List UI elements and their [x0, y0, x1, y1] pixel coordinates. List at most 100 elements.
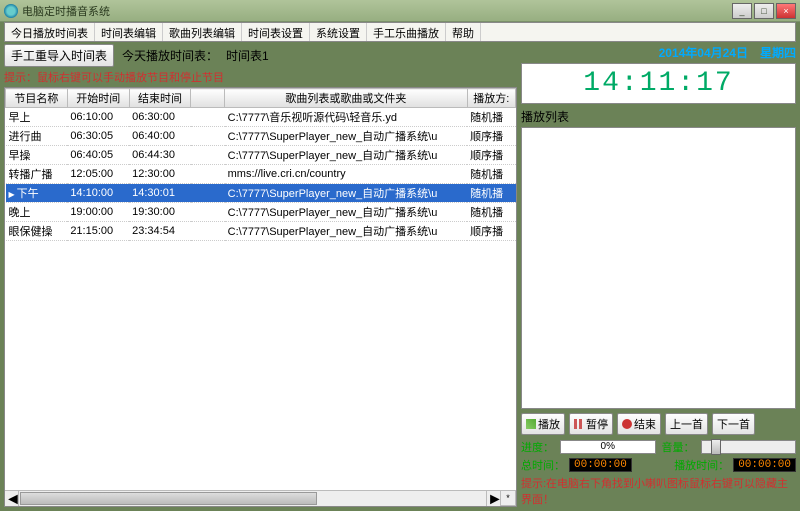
cell: 晚上 — [6, 203, 68, 222]
column-header[interactable]: 歌曲列表或歌曲或文件夹 — [225, 89, 467, 108]
cell: 12:05:00 — [67, 165, 129, 184]
menu-item-0[interactable]: 今日播放时间表 — [5, 23, 95, 41]
cell: 顺序播 — [467, 146, 515, 165]
total-time-value: 00:00:00 — [569, 458, 632, 472]
total-time-label: 总时间： — [521, 457, 565, 473]
scrollbar-thumb[interactable] — [20, 492, 317, 505]
schedule-table[interactable]: 节目名称开始时间结束时间歌曲列表或歌曲或文件夹播放方: 早上06:10:0006… — [5, 88, 516, 241]
cell: 12:30:00 — [129, 165, 191, 184]
cell: 06:10:00 — [67, 108, 129, 127]
cell: 06:30:05 — [67, 127, 129, 146]
cell: C:\7777\SuperPlayer_new_自动广播系统\u — [225, 184, 467, 203]
hint-text: 提示：鼠标右键可以手动播放节目和停止节目 — [4, 69, 517, 85]
today-schedule-value: 时间表1 — [226, 47, 269, 64]
cell: 随机播 — [467, 203, 515, 222]
player-pane: 2014年04月24日 星期四 14:11:17 播放列表 播放 暂停 结束 上… — [521, 44, 796, 507]
play-time-value: 00:00:00 — [733, 458, 796, 472]
app-icon — [4, 4, 18, 18]
cell: 眼保健操 — [6, 222, 68, 241]
column-header[interactable]: 结束时间 — [129, 89, 191, 108]
tray-hint: 提示:在电脑右下角找到小喇叭图标鼠标右键可以隐藏主界面！ — [521, 475, 796, 507]
cell: 进行曲 — [6, 127, 68, 146]
cell: 19:00:00 — [67, 203, 129, 222]
menu-item-4[interactable]: 系统设置 — [310, 23, 367, 41]
horizontal-scrollbar[interactable]: ◄ ► — [5, 490, 500, 506]
cell — [191, 203, 225, 222]
playlist-label: 播放列表 — [521, 108, 796, 125]
pause-icon — [574, 419, 584, 429]
titlebar[interactable]: 电脑定时播音系统 _ □ × — [0, 0, 800, 22]
cell: 06:44:30 — [129, 146, 191, 165]
schedule-pane: 手工重导入时间表 今天播放时间表： 时间表1 提示：鼠标右键可以手动播放节目和停… — [4, 44, 517, 507]
today-schedule-label: 今天播放时间表： — [122, 47, 218, 64]
progress-label: 进度： — [521, 439, 554, 455]
cell: 06:30:00 — [129, 108, 191, 127]
table-row[interactable]: 进行曲06:30:0506:40:00 C:\7777\SuperPlayer_n… — [6, 127, 516, 146]
cell: 转播广播 — [6, 165, 68, 184]
cell: C:\7777\SuperPlayer_new_自动广播系统\u — [225, 222, 467, 241]
column-header[interactable]: 开始时间 — [67, 89, 129, 108]
cell: 06:40:05 — [67, 146, 129, 165]
volume-label: 音量： — [662, 439, 695, 455]
cell: 06:40:00 — [129, 127, 191, 146]
column-header[interactable]: 播放方: — [467, 89, 515, 108]
cell — [191, 127, 225, 146]
stop-button[interactable]: 结束 — [617, 413, 661, 435]
menubar: 今日播放时间表时间表编辑歌曲列表编辑时间表设置系统设置手工乐曲播放帮助 — [4, 22, 796, 42]
menu-item-2[interactable]: 歌曲列表编辑 — [163, 23, 242, 41]
column-header[interactable]: 节目名称 — [6, 89, 68, 108]
clock-display: 14:11:17 — [521, 63, 796, 104]
volume-slider[interactable] — [701, 440, 797, 454]
menu-item-3[interactable]: 时间表设置 — [242, 23, 310, 41]
close-button[interactable]: × — [776, 3, 796, 19]
cell: mms://live.cri.cn/country — [225, 165, 467, 184]
cell: C:\7777\SuperPlayer_new_自动广播系统\u — [225, 146, 467, 165]
cell — [191, 222, 225, 241]
scroll-corner-button[interactable]: * — [500, 490, 516, 506]
table-row[interactable]: 转播广播12:05:0012:30:00 mms://live.cri.cn/co… — [6, 165, 516, 184]
cell: 21:15:00 — [67, 222, 129, 241]
column-header[interactable] — [191, 89, 225, 108]
table-row[interactable]: 下午14:10:0014:30:01 C:\7777\SuperPlayer_ne… — [6, 184, 516, 203]
maximize-button[interactable]: □ — [754, 3, 774, 19]
prev-button[interactable]: 上一首 — [665, 413, 708, 435]
menu-item-6[interactable]: 帮助 — [446, 23, 481, 41]
cell — [191, 184, 225, 203]
cell: 随机播 — [467, 165, 515, 184]
play-icon — [526, 419, 536, 429]
table-row[interactable]: 晚上19:00:0019:30:00 C:\7777\SuperPlayer_ne… — [6, 203, 516, 222]
table-row[interactable]: 早上06:10:0006:30:00 C:\7777\音乐视听源代码\轻音乐.yd… — [6, 108, 516, 127]
cell: 顺序播 — [467, 127, 515, 146]
cell: C:\7777\音乐视听源代码\轻音乐.yd — [225, 108, 467, 127]
menu-item-5[interactable]: 手工乐曲播放 — [367, 23, 446, 41]
cell — [191, 165, 225, 184]
next-button[interactable]: 下一首 — [712, 413, 755, 435]
volume-thumb[interactable] — [711, 439, 721, 455]
cell: 早上 — [6, 108, 68, 127]
cell — [191, 146, 225, 165]
cell: 19:30:00 — [129, 203, 191, 222]
progress-bar[interactable]: 0% — [560, 440, 656, 454]
table-row[interactable]: 眼保健操21:15:0023:34:54 C:\7777\SuperPlayer_… — [6, 222, 516, 241]
reimport-button[interactable]: 手工重导入时间表 — [4, 44, 114, 67]
cell: 顺序播 — [467, 222, 515, 241]
cell: 14:10:00 — [67, 184, 129, 203]
cell: 随机播 — [467, 108, 515, 127]
cell: 下午 — [6, 184, 68, 203]
menu-item-1[interactable]: 时间表编辑 — [95, 23, 163, 41]
cell: C:\7777\SuperPlayer_new_自动广播系统\u — [225, 127, 467, 146]
date-display: 2014年04月24日 星期四 — [521, 44, 796, 61]
playlist-box[interactable] — [521, 127, 796, 409]
minimize-button[interactable]: _ — [732, 3, 752, 19]
play-button[interactable]: 播放 — [521, 413, 565, 435]
cell: 早操 — [6, 146, 68, 165]
cell: C:\7777\SuperPlayer_new_自动广播系统\u — [225, 203, 467, 222]
pause-button[interactable]: 暂停 — [569, 413, 613, 435]
stop-icon — [622, 419, 632, 429]
cell: 14:30:01 — [129, 184, 191, 203]
schedule-table-wrap: 节目名称开始时间结束时间歌曲列表或歌曲或文件夹播放方: 早上06:10:0006… — [4, 87, 517, 507]
play-time-label: 播放时间： — [674, 457, 729, 473]
table-row[interactable]: 早操06:40:0506:44:30 C:\7777\SuperPlayer_ne… — [6, 146, 516, 165]
cell: 23:34:54 — [129, 222, 191, 241]
window-title: 电脑定时播音系统 — [22, 3, 110, 19]
